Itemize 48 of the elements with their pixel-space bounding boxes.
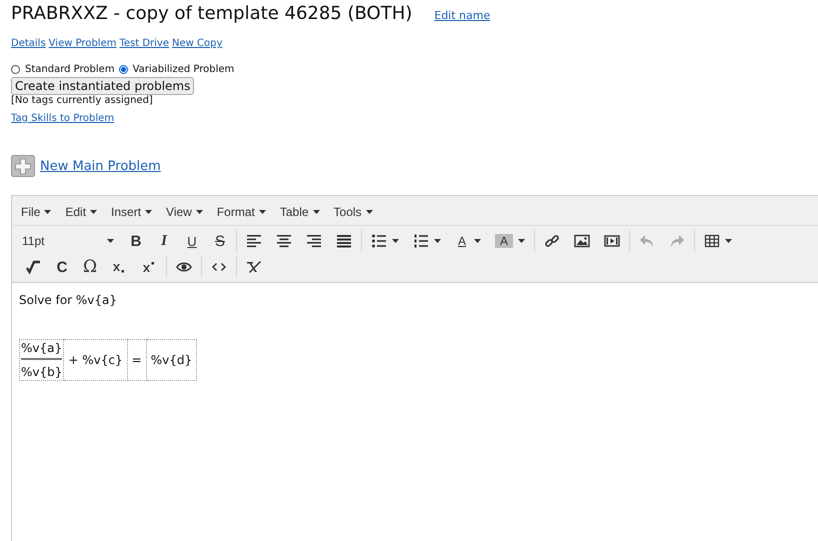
format-button[interactable]: Ω — [76, 256, 104, 278]
radio-button[interactable] — [118, 65, 128, 74]
equation-term: + %v{c} — [68, 353, 123, 367]
tag-skills-link[interactable]: Tag Skills to Problem — [11, 113, 114, 124]
tags-note: [No tags currently assigned] — [11, 95, 154, 106]
menu-item[interactable]: Insert — [111, 205, 166, 219]
nav-link[interactable]: Details — [11, 38, 46, 49]
edit-name-link[interactable]: Edit name — [434, 9, 490, 22]
radio-label[interactable]: Standard Problem — [25, 64, 115, 75]
bullets-icon — [371, 233, 387, 249]
page-title: PRABRXXZ - copy of template 46285 (BOTH) — [11, 3, 412, 24]
radio-button[interactable] — [11, 65, 20, 74]
menu-item[interactable]: File — [21, 205, 66, 219]
menu-item[interactable]: Format — [216, 205, 280, 219]
caret-icon — [258, 210, 266, 214]
font-size-select[interactable]: 11pt — [18, 234, 122, 248]
new-main-problem-link[interactable]: New Main Problem — [40, 158, 161, 174]
format-button[interactable]: A — [488, 230, 532, 252]
format-button[interactable]: U — [178, 230, 206, 252]
create-button[interactable]: Create instantiated problems — [11, 77, 194, 95]
add-icon[interactable] — [11, 155, 35, 177]
format-button[interactable]: B — [122, 230, 150, 252]
format-button[interactable]: A — [448, 230, 488, 252]
format-button[interactable]: I — [150, 230, 178, 252]
equation-term: = — [132, 353, 142, 367]
equation-term: %v{d} — [150, 353, 192, 367]
numerator: %v{a} — [21, 341, 62, 360]
caret-icon — [366, 210, 373, 214]
caret-icon — [196, 210, 203, 214]
nav-link[interactable]: Test Drive — [119, 38, 169, 49]
problem-text: Solve for %v{a} — [19, 293, 118, 307]
caret-icon — [107, 239, 114, 243]
format-button[interactable]: S — [206, 230, 234, 252]
nav-link[interactable]: View Problem — [48, 38, 116, 49]
denominator: %v{b} — [21, 364, 62, 379]
menu-item[interactable]: Tools — [334, 205, 387, 219]
caret-icon — [145, 210, 152, 214]
menu-item[interactable]: Edit — [65, 205, 112, 219]
caret-icon — [44, 210, 52, 214]
radio-label[interactable]: Variabilized Problem — [132, 64, 234, 75]
menu-item[interactable]: Table — [280, 205, 334, 219]
format-button[interactable]: C — [48, 256, 76, 278]
numbers-icon — [413, 233, 429, 249]
caret-icon — [90, 210, 98, 214]
nav-link[interactable]: New Copy — [172, 38, 222, 49]
caret-icon — [312, 210, 320, 214]
menu-item[interactable]: View — [166, 205, 217, 219]
grid-icon — [704, 233, 720, 249]
